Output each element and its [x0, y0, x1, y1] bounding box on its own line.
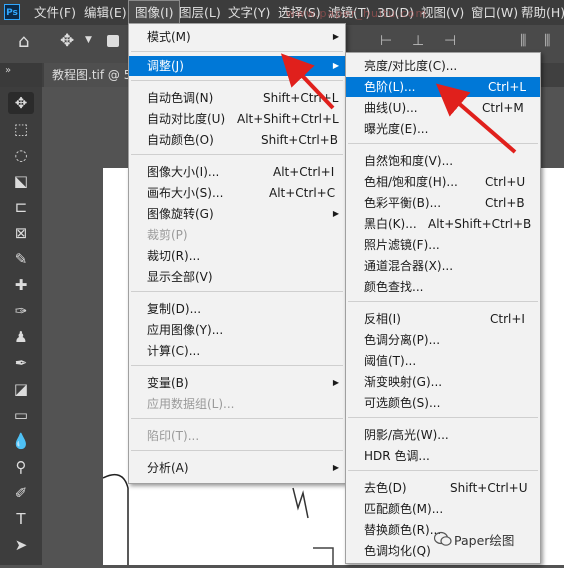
wechat-icon: [434, 531, 452, 546]
arrow-to-levels: [435, 83, 517, 154]
annotation-arrows: [280, 53, 517, 154]
watermark-brand: Paper绘图: [454, 533, 515, 548]
arrow-to-adjustments: [280, 53, 335, 110]
